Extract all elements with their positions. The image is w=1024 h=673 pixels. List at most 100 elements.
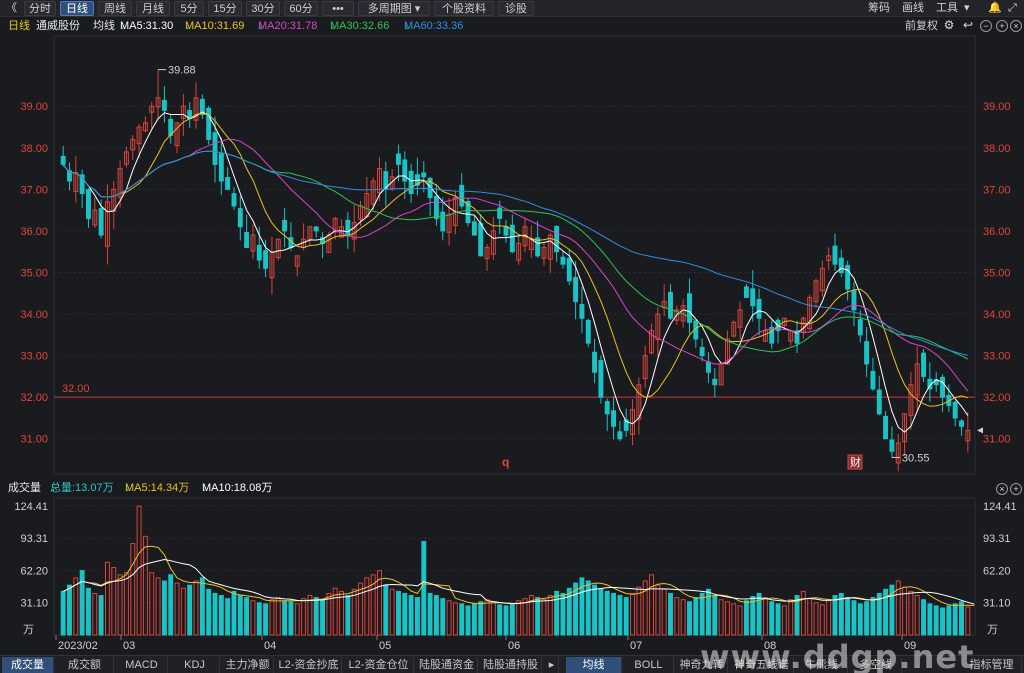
- tab-volume[interactable]: 成交量: [2, 657, 54, 673]
- volume-bar: [921, 599, 927, 636]
- candle-body: [263, 250, 269, 269]
- volume-bar: [769, 601, 775, 636]
- volume-bar: [592, 584, 598, 636]
- volume-bar: [946, 605, 952, 636]
- candle-body: [566, 257, 572, 282]
- volume-bar: [86, 587, 91, 636]
- volume-bar: [433, 595, 439, 636]
- tab-boll[interactable]: BOLL: [624, 657, 674, 673]
- volume-bar: [516, 600, 522, 636]
- stock-chart-window: 《 分时 日线 周线 月线 5分 15分 30分 60分 ••• 多周期图 ▾ …: [0, 0, 1024, 673]
- volume-bar: [440, 598, 446, 636]
- volume-bar: [471, 603, 477, 636]
- tab-hk-connect-holdings[interactable]: 陆股通持股: [480, 657, 542, 673]
- candle-body: [433, 195, 439, 219]
- volume-bar: [358, 582, 363, 636]
- volume-bar: [161, 580, 167, 636]
- hline-label: 32.00: [62, 383, 90, 395]
- volume-bar: [788, 599, 794, 636]
- volume-bar: [275, 597, 281, 636]
- volume-total: 总量:13.07万 ↓: [50, 480, 114, 497]
- volume-ma5: MA5:14.34万 ↓: [125, 480, 189, 497]
- volume-bar: [301, 598, 307, 636]
- volume-bar: [617, 595, 623, 636]
- candle-body: [244, 232, 250, 249]
- volume-tick-label-right: 124.41: [983, 501, 1017, 513]
- volume-bar: [490, 602, 496, 636]
- plus-icon[interactable]: +: [1010, 483, 1022, 495]
- volume-bar: [870, 597, 876, 636]
- volume-bar: [731, 603, 737, 636]
- volume-tick-label-left: 93.31: [20, 533, 48, 545]
- candle-body: [756, 298, 762, 319]
- high-label: 39.88: [168, 65, 196, 77]
- volume-bar: [288, 601, 294, 636]
- volume-bar: [845, 597, 851, 636]
- candle-body: [60, 155, 66, 165]
- volume-bar: [636, 586, 642, 636]
- volume-bar: [111, 567, 117, 636]
- volume-bar: [680, 599, 686, 636]
- volume-bar: [193, 580, 199, 636]
- volume-bar: [743, 600, 749, 636]
- date-label: 04: [264, 640, 276, 652]
- volume-bar: [180, 587, 186, 636]
- chevron-right-icon[interactable]: ▸: [545, 657, 559, 673]
- volume-bar: [98, 595, 104, 636]
- candle-body: [313, 226, 319, 232]
- volume-bar: [427, 592, 433, 636]
- volume-bar: [389, 588, 395, 636]
- price-tick-label-right: 32.00: [983, 392, 1011, 404]
- price-tick-label-left: 33.00: [20, 351, 48, 363]
- candle-body: [573, 277, 579, 303]
- volume-bar: [547, 595, 553, 636]
- tab-hk-connect-funds[interactable]: 陆股通资金: [416, 657, 478, 673]
- price-tick-label-right: 33.00: [983, 351, 1011, 363]
- support-line: 32.00: [54, 383, 975, 398]
- volume-bar: [67, 584, 72, 636]
- volume-unit-left: 万: [23, 624, 34, 636]
- tab-ma[interactable]: 均线: [566, 657, 622, 673]
- volume-bar: [762, 597, 768, 636]
- price-tick-label-left: 37.00: [20, 184, 48, 196]
- volume-bar: [123, 572, 129, 636]
- tab-kdj[interactable]: KDJ: [170, 657, 220, 673]
- volume-bar: [522, 598, 528, 636]
- tab-main-net[interactable]: 主力净额: [222, 657, 274, 673]
- candle-body: [699, 347, 705, 357]
- tab-l2-bottom[interactable]: L2-资金抄底: [276, 657, 342, 673]
- volume-bar: [560, 592, 566, 636]
- volume-bar: [484, 599, 490, 636]
- candlestick-chart[interactable]: 32.00 39.00 39.00 38.00 38.00 37.00 37.00 36.0…: [0, 0, 1024, 655]
- candle-body: [940, 376, 945, 398]
- candle-body: [402, 159, 408, 182]
- volume-ma-lines: [62, 545, 975, 607]
- candle-body: [282, 220, 288, 232]
- volume-bar: [503, 605, 509, 636]
- ma30-line: [62, 150, 969, 360]
- watermark: www.ddgp.net: [700, 638, 975, 673]
- candle-body: [161, 99, 167, 111]
- volume-bar: [218, 595, 224, 636]
- price-tick-label-right: 39.00: [983, 101, 1011, 113]
- candle-body: [851, 290, 857, 311]
- candle-body: [838, 257, 844, 273]
- volume-ma5-line: [62, 545, 975, 607]
- candle-body: [440, 211, 446, 232]
- volume-bar: [396, 590, 401, 636]
- volume-bar: [351, 588, 357, 636]
- volume-bar: [142, 535, 148, 636]
- candle-body: [560, 256, 566, 265]
- low-label: 30.55: [902, 452, 930, 464]
- volume-bar: [383, 584, 389, 636]
- close-icon[interactable]: ×: [996, 483, 1008, 495]
- tab-l2-position[interactable]: L2-资金仓位: [344, 657, 414, 673]
- volume-bar: [737, 605, 743, 636]
- price-tick-label-right: 31.00: [983, 434, 1011, 446]
- volume-ma5-text: MA5:14.34万: [125, 482, 190, 494]
- tab-turnover[interactable]: 成交额: [56, 657, 114, 673]
- tab-macd[interactable]: MACD: [116, 657, 168, 673]
- candle-body: [598, 360, 604, 398]
- volume-bar: [781, 605, 787, 636]
- date-label: 2023/02: [58, 640, 98, 652]
